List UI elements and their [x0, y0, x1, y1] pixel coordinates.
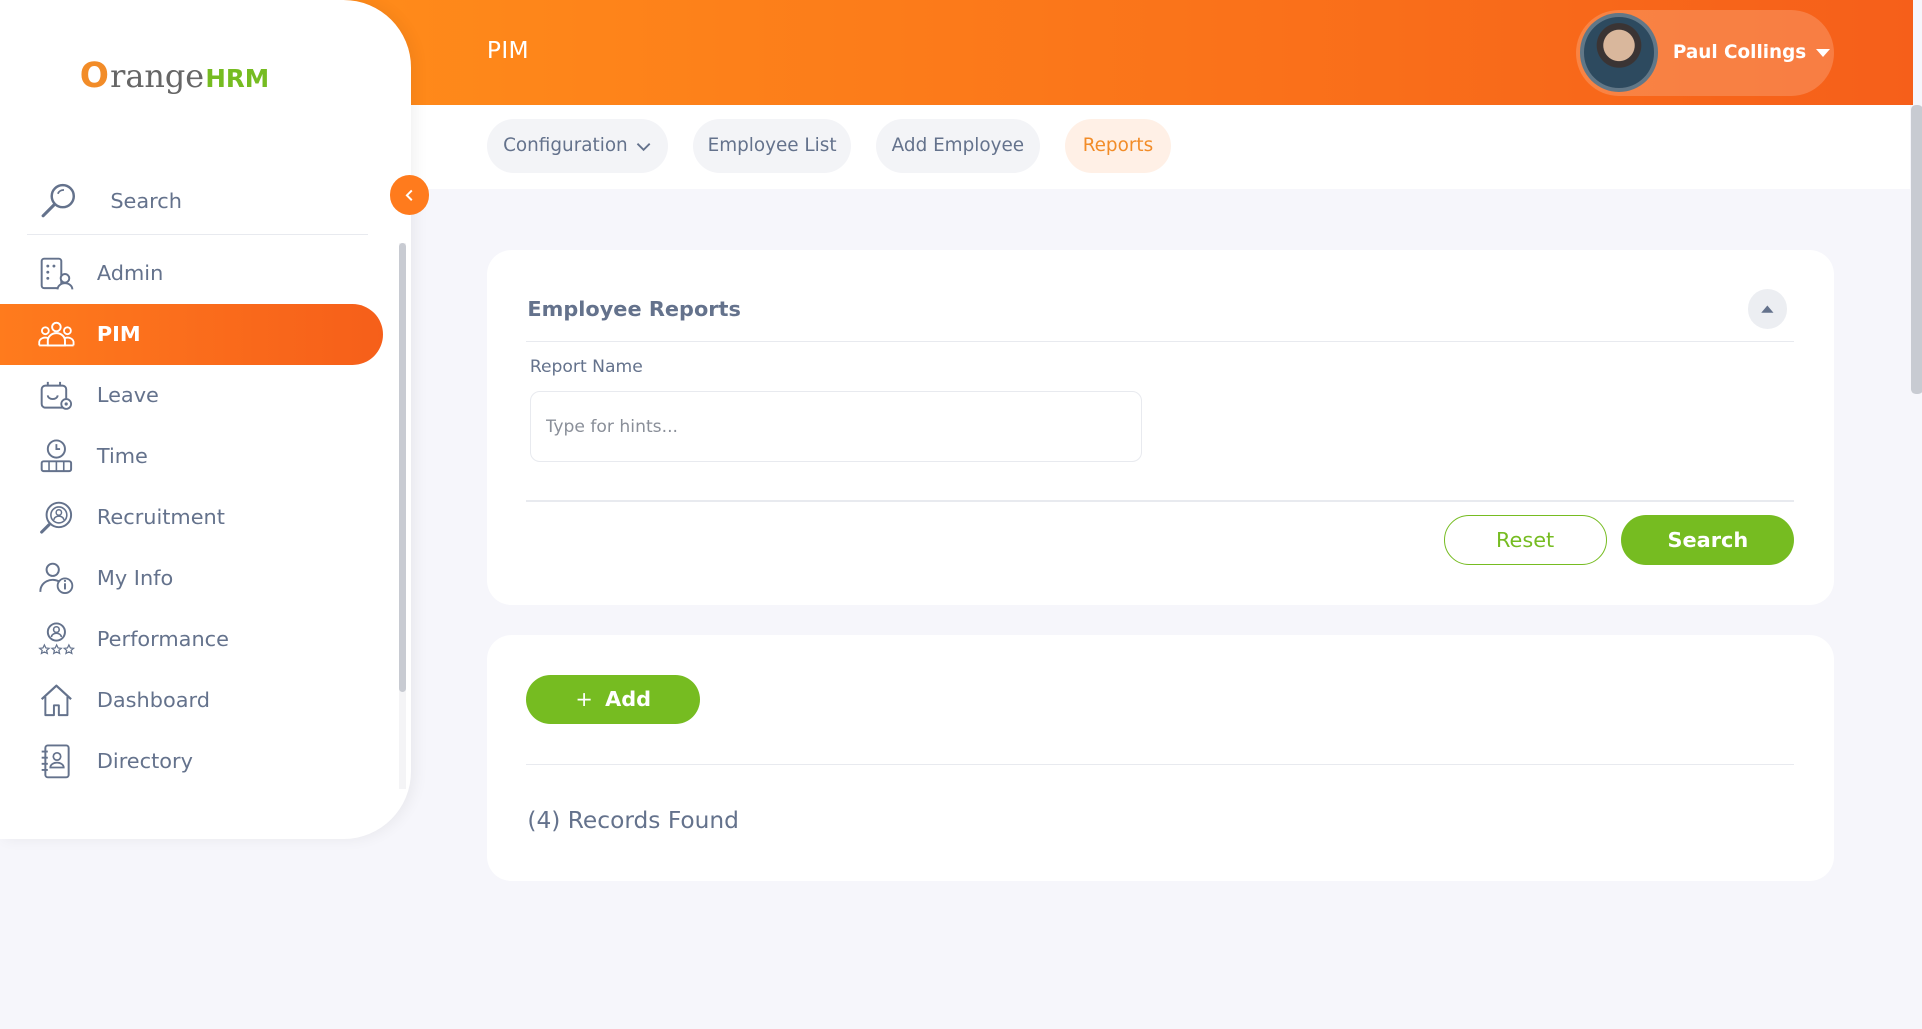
time-icon	[37, 437, 76, 476]
plus-icon: +	[575, 687, 593, 712]
collapse-sidebar-button[interactable]	[390, 175, 430, 215]
chevron-left-icon	[405, 189, 413, 201]
sidebar-item-label: PIM	[96, 322, 141, 347]
collapse-filter-button[interactable]	[1747, 289, 1787, 329]
sidebar-menu: Admin PIM Leave Time Recruitment My Info…	[0, 243, 383, 792]
sidebar-item-label: Dashboard	[96, 687, 210, 712]
tab-label: Configuration	[503, 135, 628, 157]
tab-employee-list[interactable]: Employee List	[692, 118, 852, 173]
sidebar-scrollbar[interactable]	[398, 242, 406, 692]
user-menu[interactable]: Paul Collings	[1576, 9, 1834, 96]
avatar	[1579, 13, 1659, 92]
employee-reports-filter: Employee Reports Report Name Reset Searc…	[486, 250, 1834, 605]
sidebar-item-leave[interactable]: Leave	[0, 365, 383, 426]
brand-logo[interactable]: O range HRM	[80, 49, 269, 103]
sidebar-item-dashboard[interactable]: Dashboard	[0, 670, 383, 731]
tab-reports[interactable]: Reports	[1064, 118, 1172, 173]
search-icon	[41, 183, 75, 217]
performance-icon	[37, 619, 76, 658]
sidebar-item-label: Recruitment	[96, 505, 225, 530]
logo-o: O	[79, 56, 109, 97]
page-title: PIM	[486, 36, 530, 64]
sidebar-item-time[interactable]: Time	[0, 426, 383, 487]
tab-add-employee[interactable]: Add Employee	[875, 118, 1041, 173]
report-name-input[interactable]	[529, 391, 1142, 463]
sidebar-item-label: Admin	[96, 261, 164, 286]
logo-text: range	[110, 57, 205, 96]
search-button[interactable]: Search	[1621, 515, 1795, 566]
admin-icon	[37, 254, 76, 293]
report-name-label: Report Name	[529, 356, 643, 377]
sidebar-item-label: Performance	[96, 627, 229, 652]
sidebar-item-performance[interactable]: Performance	[0, 609, 383, 670]
tab-configuration[interactable]: Configuration	[486, 118, 669, 173]
records-found-text: (4) Records Found	[527, 807, 739, 835]
sidebar-search-label: Search	[110, 188, 182, 213]
divider	[526, 340, 1795, 343]
reports-results: + Add (4) Records Found	[486, 635, 1834, 881]
tab-label: Employee List	[707, 135, 837, 157]
sidebar-item-pim[interactable]: PIM	[0, 303, 383, 365]
sidebar-item-directory[interactable]: Directory	[0, 730, 383, 791]
sidebar-item-label: Directory	[96, 748, 193, 773]
dashboard-icon	[37, 680, 76, 719]
add-report-button[interactable]: + Add	[526, 674, 701, 724]
tab-label: Reports	[1082, 135, 1154, 157]
divider	[526, 764, 1795, 766]
sidebar-item-label: My Info	[96, 566, 174, 591]
reset-button[interactable]: Reset	[1443, 515, 1607, 566]
directory-icon	[37, 741, 76, 780]
chevron-down-icon	[636, 142, 651, 151]
tab-label: Add Employee	[891, 135, 1025, 157]
filter-title: Employee Reports	[527, 296, 741, 321]
leave-icon	[37, 376, 76, 415]
user-name: Paul Collings	[1672, 42, 1807, 64]
sidebar-item-my-info[interactable]: My Info	[0, 548, 383, 609]
pim-icon	[37, 315, 76, 354]
sidebar: O range HRM Search Admin PIM Leave Time …	[0, 0, 411, 839]
logo-hrm: HRM	[205, 63, 270, 93]
my-info-icon	[37, 558, 76, 597]
sidebar-search[interactable]: Search	[26, 167, 368, 236]
sidebar-item-recruitment[interactable]: Recruitment	[0, 487, 383, 548]
divider	[526, 500, 1795, 502]
page-scrollbar[interactable]	[1910, 105, 1922, 394]
sidebar-item-admin[interactable]: Admin	[0, 243, 383, 304]
caret-down-icon	[1816, 48, 1831, 57]
add-label: Add	[605, 687, 652, 712]
sidebar-item-label: Leave	[96, 383, 159, 408]
caret-up-icon	[1761, 305, 1774, 313]
sidebar-item-label: Time	[96, 444, 148, 469]
top-nav-tabs: Configuration Employee List Add Employee…	[410, 105, 1910, 189]
recruitment-icon	[37, 498, 76, 537]
